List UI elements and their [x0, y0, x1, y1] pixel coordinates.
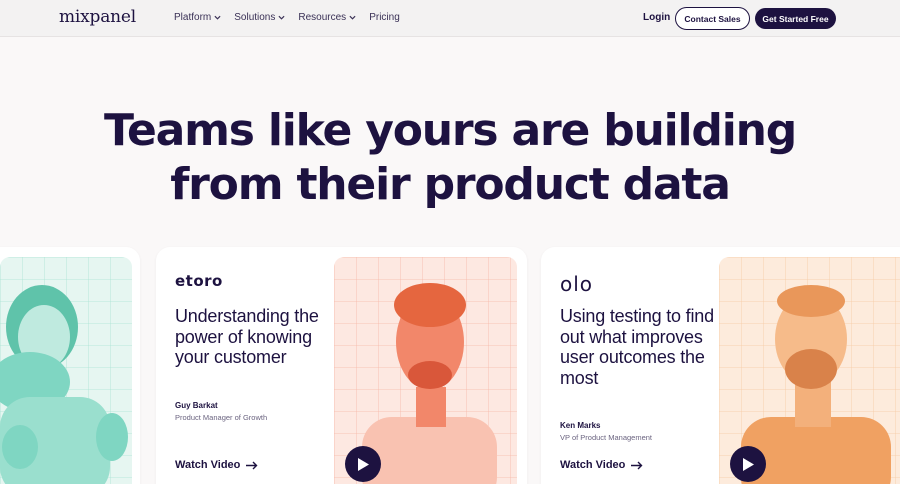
nav-pricing[interactable]: Pricing: [369, 12, 400, 23]
watch-video-label: Watch Video: [560, 459, 626, 471]
person-role: VP of Product Management: [560, 433, 652, 442]
arrow-right-icon: [631, 461, 643, 469]
watch-video-link[interactable]: Watch Video: [175, 459, 258, 471]
top-navbar: mixpanel Platform Solutions Resources Pr…: [0, 0, 900, 37]
contact-sales-button[interactable]: Contact Sales: [675, 7, 750, 30]
testimonial-card-etoro[interactable]: etoro Understanding the power of knowing…: [156, 247, 527, 484]
etoro-logo-text: etoro: [175, 272, 223, 290]
etoro-logo: etoro: [175, 272, 223, 291]
mixpanel-logo[interactable]: mixpanel: [59, 7, 136, 27]
chevron-down-icon: [214, 15, 221, 20]
hero-heading: Teams like yours are building from their…: [0, 104, 900, 212]
hero-line-2: from their product data: [170, 159, 731, 210]
card-title: Understanding the power of knowing your …: [175, 306, 319, 367]
hero-line-1: Teams like yours are building: [103, 105, 797, 156]
watch-video-label: Watch Video: [175, 459, 241, 471]
testimonial-card-partial[interactable]: [0, 247, 140, 484]
nav-platform-label: Platform: [174, 12, 212, 23]
watch-video-link[interactable]: Watch Video: [560, 459, 643, 471]
olo-logo-text: olo: [560, 272, 594, 296]
login-link[interactable]: Login: [643, 12, 670, 23]
arrow-right-icon: [246, 461, 258, 469]
testimonial-card-olo[interactable]: olo Using testing to find out what impro…: [541, 247, 900, 484]
get-started-button[interactable]: Get Started Free: [755, 8, 836, 29]
play-icon: [743, 457, 754, 471]
play-icon: [358, 457, 369, 471]
play-video-button[interactable]: [345, 446, 381, 482]
nav-resources-label: Resources: [298, 12, 347, 23]
nav-pricing-label: Pricing: [369, 12, 400, 23]
play-video-button[interactable]: [730, 446, 766, 482]
nav-solutions-label: Solutions: [234, 12, 276, 23]
chevron-down-icon: [349, 15, 356, 20]
olo-logo: olo: [560, 272, 593, 296]
card-title: Using testing to find out what improves …: [560, 306, 714, 388]
person-name: Ken Marks: [560, 421, 601, 430]
nav-resources[interactable]: Resources: [298, 12, 356, 23]
nav-solutions[interactable]: Solutions: [234, 12, 285, 23]
person-name: Guy Barkat: [175, 401, 218, 410]
nav-platform[interactable]: Platform: [174, 12, 221, 23]
person-role: Product Manager of Growth: [175, 413, 268, 422]
chevron-down-icon: [278, 15, 285, 20]
customer-photo: [0, 257, 132, 484]
nav-links: Platform Solutions Resources Pricing: [174, 12, 400, 23]
